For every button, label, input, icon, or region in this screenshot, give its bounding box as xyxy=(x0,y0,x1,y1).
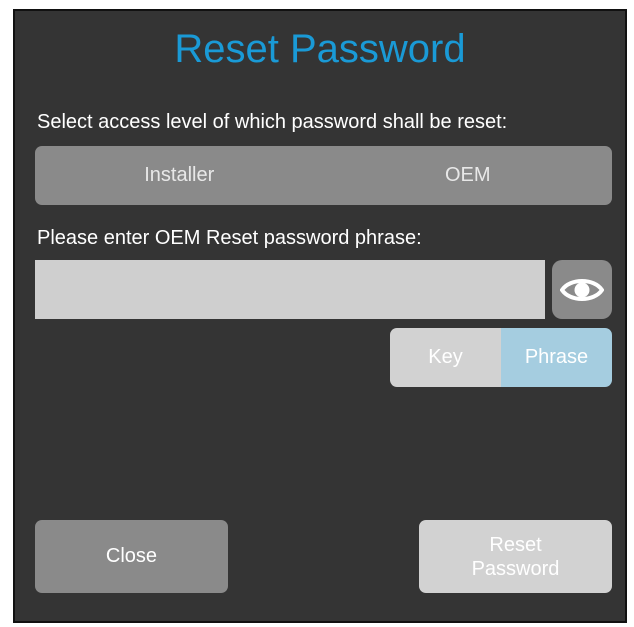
password-phrase-input[interactable] xyxy=(35,260,545,319)
access-option-installer[interactable]: Installer xyxy=(35,146,324,205)
close-button[interactable]: Close xyxy=(35,520,228,593)
access-level-selector: Installer OEM xyxy=(35,146,612,205)
mode-phrase-button[interactable]: Phrase xyxy=(501,328,612,387)
dialog-title: Reset Password xyxy=(174,27,466,71)
reset-button-label-line1: Reset xyxy=(489,533,542,556)
input-mode-toggle: Key Phrase xyxy=(390,328,612,387)
reset-button-label-line2: Password xyxy=(471,557,560,580)
phrase-label: Please enter OEM Reset password phrase: xyxy=(37,227,422,249)
show-password-button[interactable] xyxy=(552,260,612,319)
reset-password-button[interactable]: Reset Password xyxy=(419,520,612,593)
access-option-oem[interactable]: OEM xyxy=(324,146,613,205)
mode-key-button[interactable]: Key xyxy=(390,328,501,387)
reset-password-dialog: Reset Password Select access level of wh… xyxy=(13,9,627,623)
access-level-label: Select access level of which password sh… xyxy=(37,111,508,133)
eye-icon xyxy=(560,278,604,301)
